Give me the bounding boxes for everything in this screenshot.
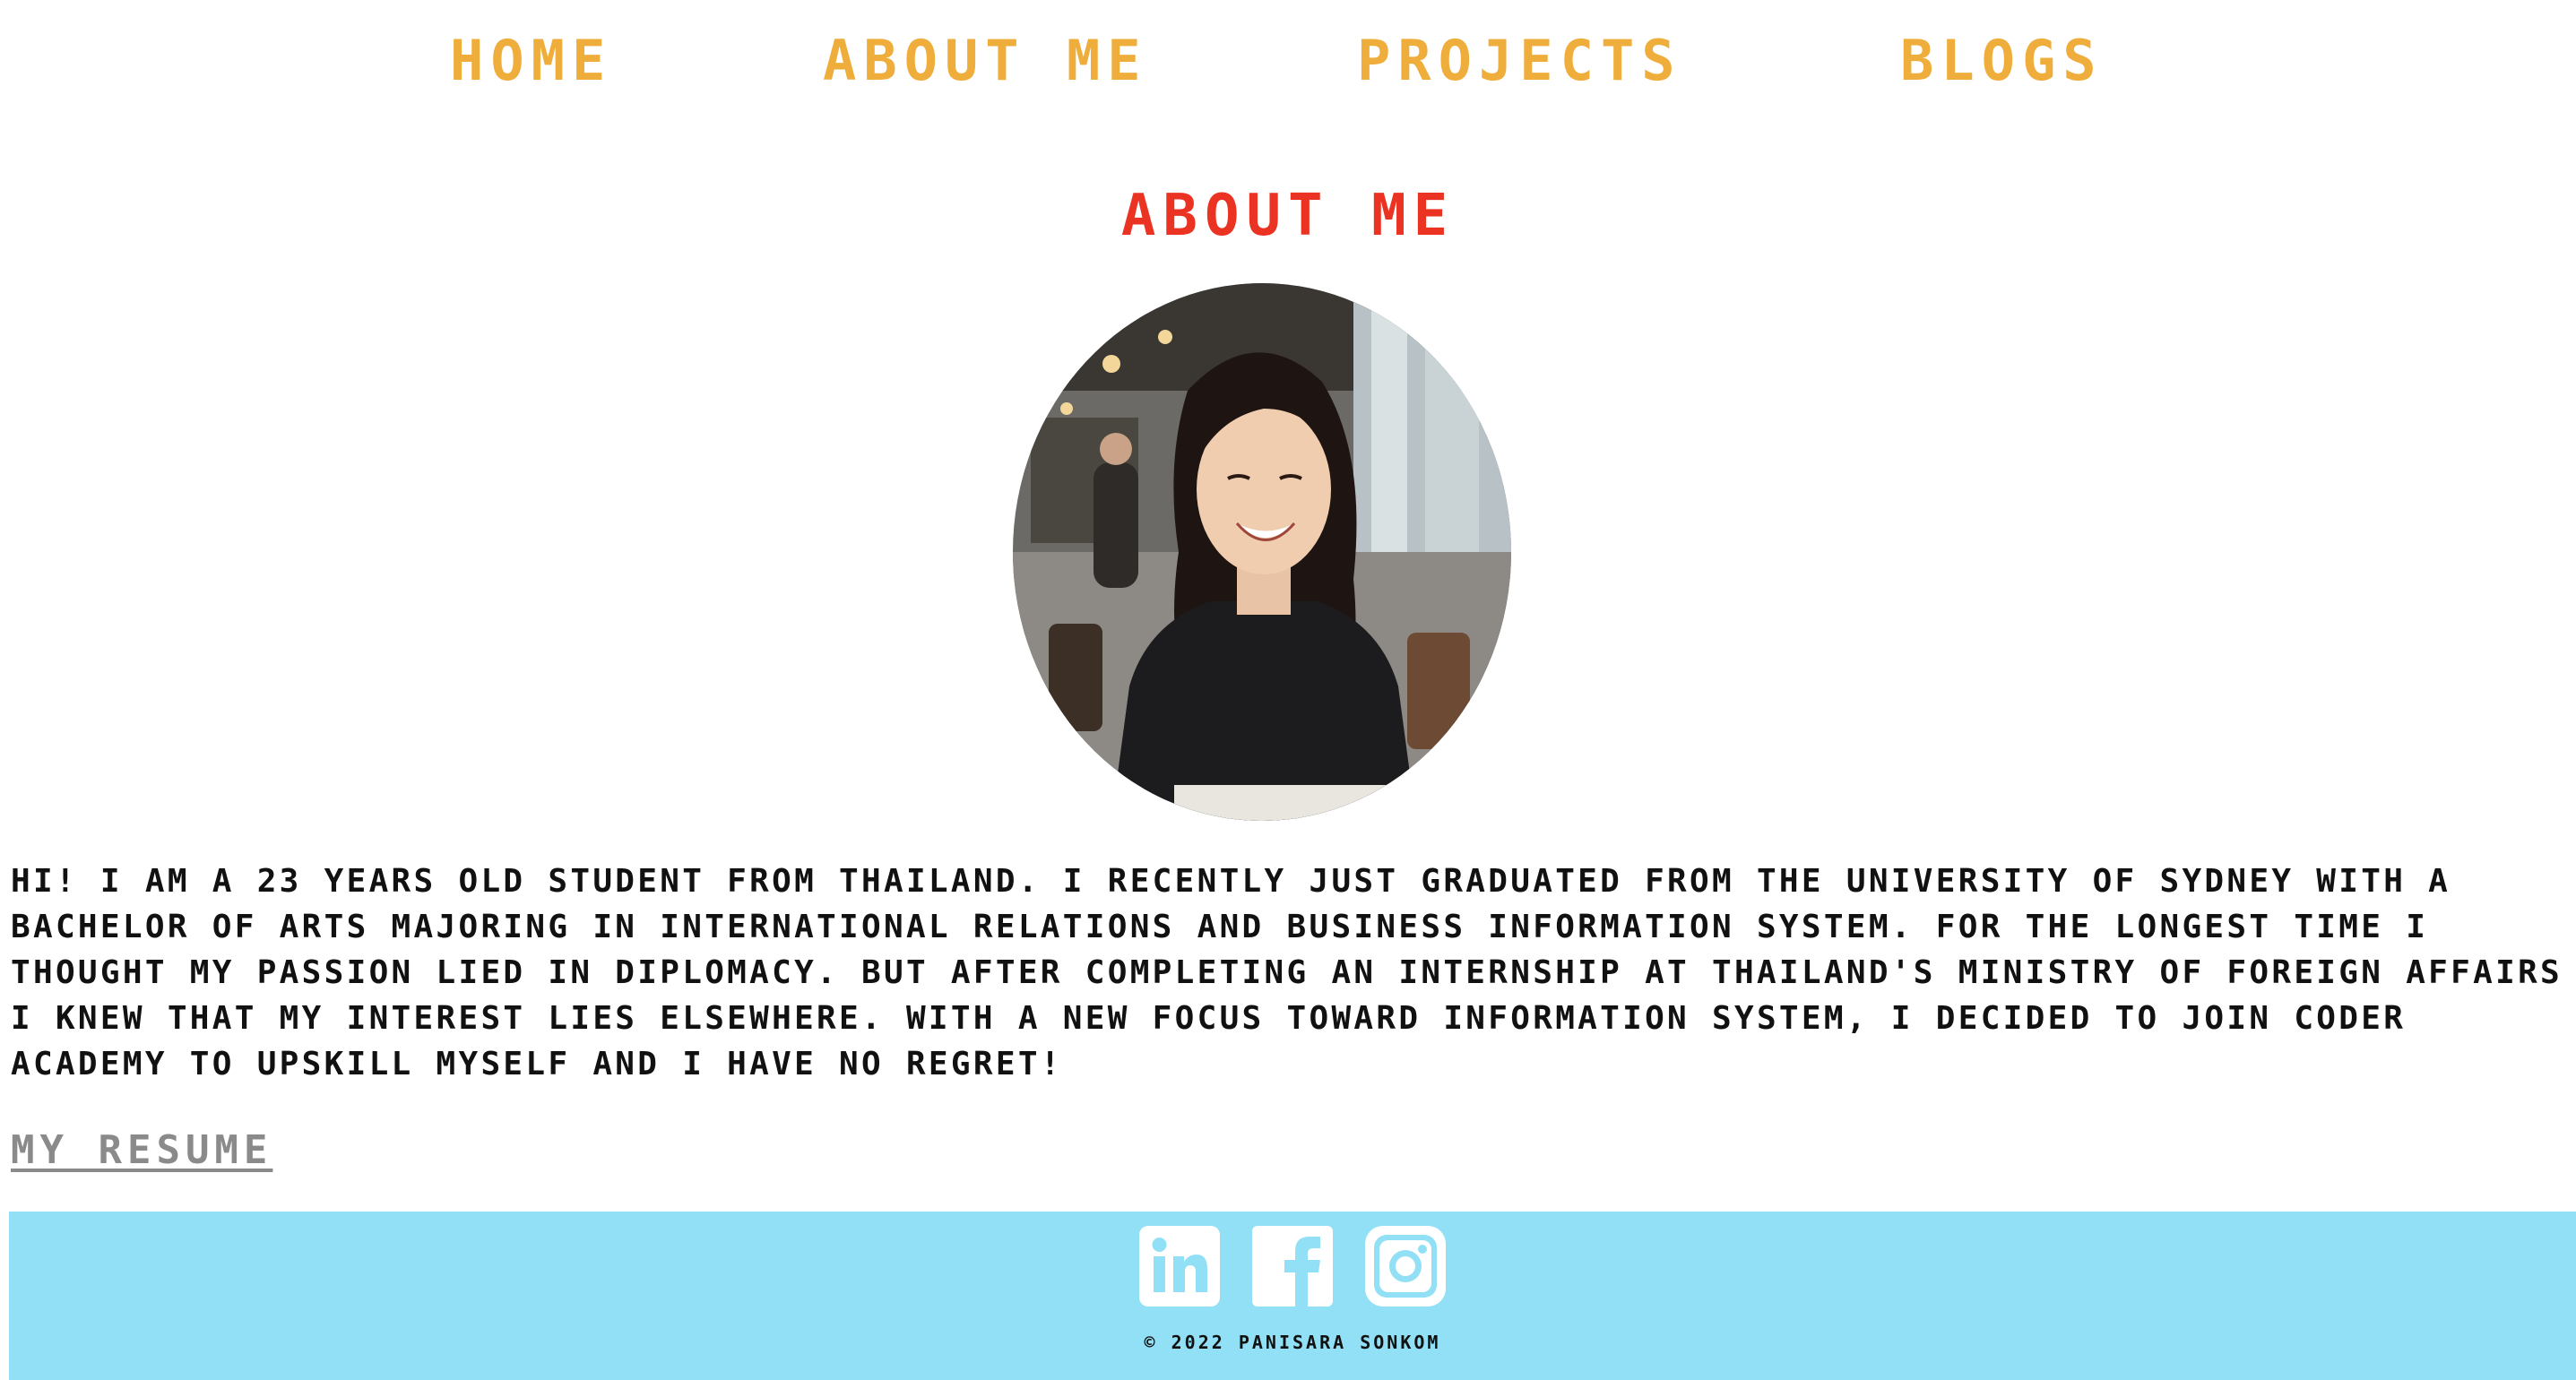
nav-blogs-link[interactable]: Blogs <box>1900 25 2104 97</box>
social-links <box>9 1226 2576 1308</box>
copyright-text: © 2022 Panisara Sonkom <box>1144 1332 1441 1353</box>
resume-link[interactable]: My Resume <box>11 1124 272 1177</box>
linkedin-icon <box>1139 1226 1220 1307</box>
bio-paragraph: Hi! I am a 23 years old student from Tha… <box>11 863 2563 1082</box>
instagram-icon <box>1365 1226 1446 1307</box>
page-title: About me <box>1120 183 1456 249</box>
instagram-link[interactable] <box>1365 1226 1446 1307</box>
top-nav: Home About me Projects Blogs <box>0 25 2576 106</box>
facebook-icon <box>1252 1226 1333 1307</box>
nav-about-link[interactable]: About me <box>823 25 1148 97</box>
linkedin-link[interactable] <box>1139 1226 1220 1307</box>
page: Home About me Projects Blogs About me <box>0 0 2576 1380</box>
facebook-link[interactable] <box>1252 1226 1333 1307</box>
nav-projects-link[interactable]: Projects <box>1357 25 1682 97</box>
footer: © 2022 Panisara Sonkom <box>9 1212 2576 1380</box>
profile-photo <box>1013 283 1511 821</box>
nav-home-link[interactable]: Home <box>450 25 612 97</box>
